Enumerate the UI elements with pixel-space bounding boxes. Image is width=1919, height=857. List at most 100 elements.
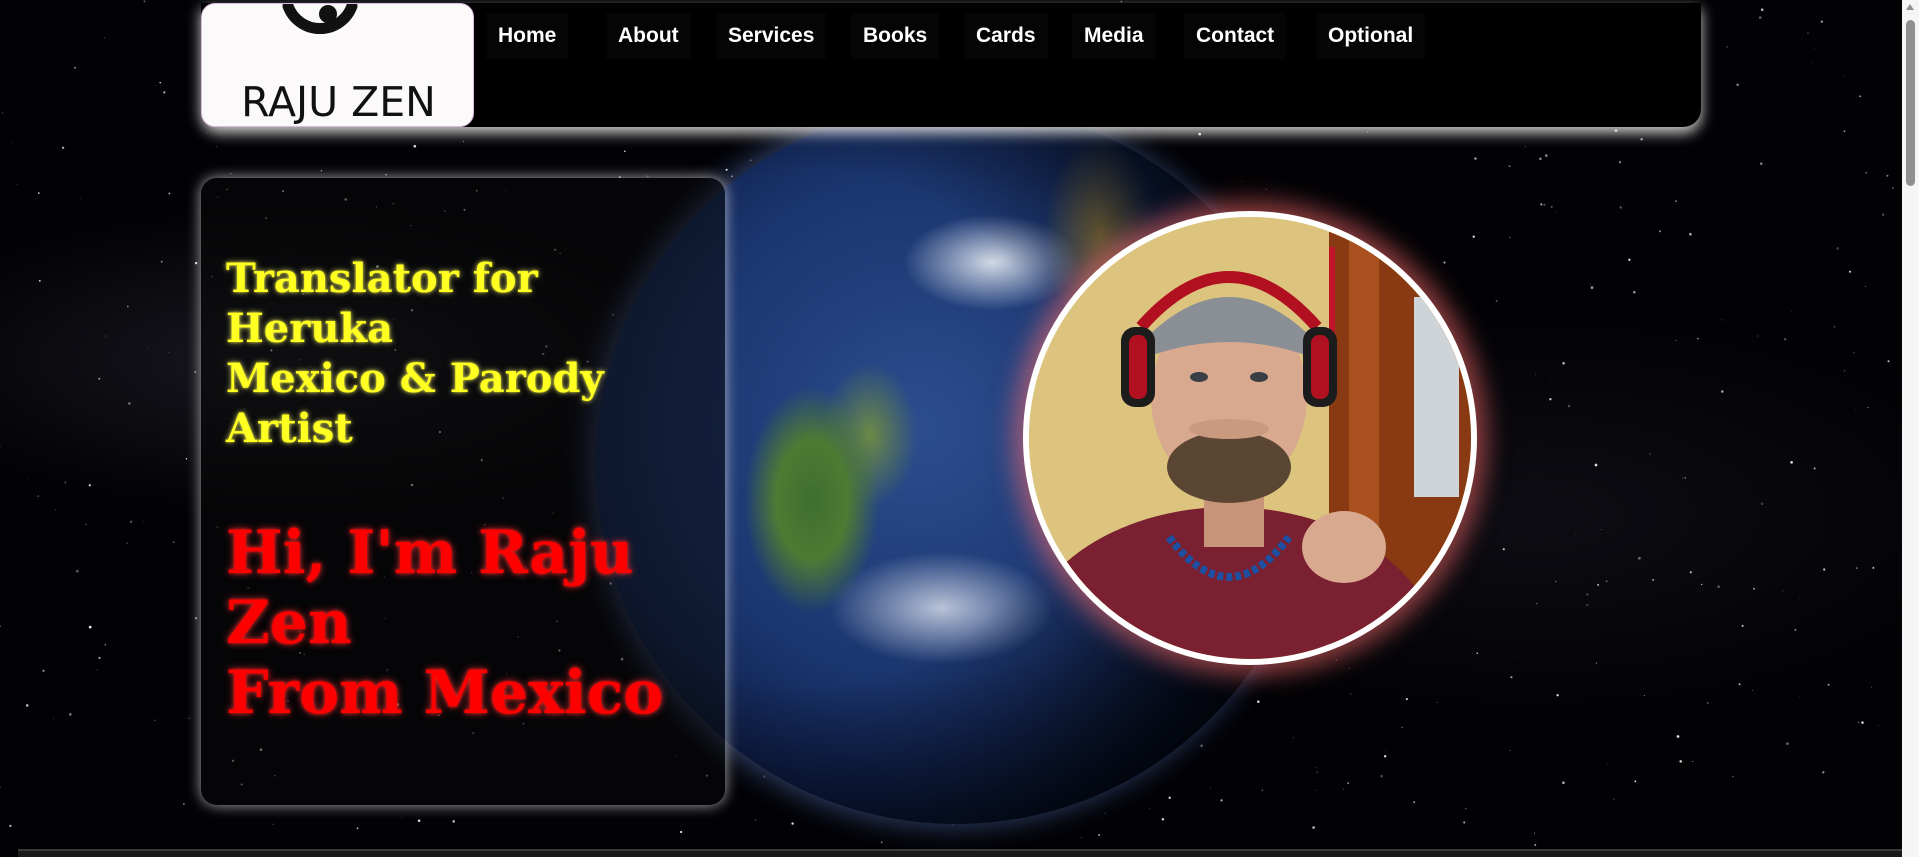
- star-dot: [0, 786, 1, 788]
- star-dot: [1284, 171, 1286, 173]
- star-dot: [754, 819, 757, 821]
- star-dot: [1861, 721, 1864, 724]
- star-dot: [1508, 165, 1511, 168]
- star-dot: [1658, 230, 1662, 233]
- star-dot: [1891, 187, 1894, 190]
- star-dot: [1867, 406, 1869, 409]
- star-dot: [0, 625, 2, 628]
- star-dot: [188, 717, 190, 720]
- nav-item-home[interactable]: Home: [486, 13, 569, 59]
- nav-item-media[interactable]: Media: [1072, 13, 1156, 59]
- star-dot: [1418, 613, 1420, 615]
- star-dot: [1784, 338, 1787, 341]
- star-dot: [1684, 477, 1686, 479]
- star-dot: [1638, 556, 1641, 560]
- star-dot: [272, 823, 274, 825]
- star-dot: [194, 261, 198, 265]
- star-dot: [1853, 351, 1855, 354]
- star-dot: [98, 377, 101, 380]
- star-dot: [1614, 129, 1618, 133]
- star-dot: [1721, 390, 1724, 393]
- star-dot: [1843, 370, 1846, 372]
- star-dot: [25, 704, 29, 707]
- star-dot: [1562, 362, 1565, 365]
- scroll-up-arrow-icon[interactable]: [1906, 4, 1914, 10]
- star-dot: [1859, 95, 1862, 98]
- nav-item-cards[interactable]: Cards: [964, 13, 1048, 59]
- scrollbar-thumb[interactable]: [1906, 20, 1915, 186]
- star-dot: [1476, 652, 1478, 654]
- star-dot: [1595, 662, 1598, 664]
- star-dot: [1791, 311, 1792, 312]
- star-dot: [1618, 459, 1620, 461]
- star-dot: [1794, 628, 1797, 631]
- star-dot: [1813, 467, 1816, 470]
- star-dot: [1782, 590, 1784, 592]
- star-dot: [1464, 807, 1467, 810]
- star-dot: [1550, 381, 1552, 383]
- star-dot: [1436, 701, 1438, 703]
- star-dot: [623, 150, 626, 153]
- star-dot: [1597, 583, 1600, 586]
- star-dot: [1316, 771, 1318, 773]
- nav-item-contact[interactable]: Contact: [1184, 13, 1287, 59]
- nav-item-services[interactable]: Services: [716, 13, 827, 59]
- star-dot: [1556, 211, 1558, 213]
- star-dot: [159, 81, 161, 84]
- star-dot: [1786, 742, 1789, 745]
- star-dot: [53, 718, 55, 720]
- star-dot: [1864, 285, 1866, 287]
- star-dot: [741, 166, 742, 168]
- nav-item-books[interactable]: Books: [851, 13, 940, 59]
- star-dot: [105, 335, 106, 337]
- nav-item-optional[interactable]: Optional: [1316, 13, 1426, 59]
- star-dot: [1315, 767, 1317, 769]
- star-dot: [1463, 821, 1466, 824]
- star-dot: [152, 92, 153, 93]
- star-dot: [1161, 818, 1165, 821]
- star-dot: [1858, 721, 1859, 723]
- star-dot: [1445, 235, 1447, 236]
- star-dot: [880, 841, 883, 843]
- star-dot: [1265, 188, 1267, 190]
- star-dot: [1613, 798, 1615, 800]
- star-dot: [143, 0, 146, 3]
- star-dot: [1600, 528, 1602, 530]
- star-dot: [1652, 579, 1654, 581]
- star-dot: [1799, 597, 1801, 599]
- star-dot: [1823, 568, 1826, 571]
- star-dot: [1752, 689, 1754, 691]
- star-dot: [1843, 76, 1844, 78]
- star-dot: [1807, 32, 1809, 34]
- hero-headline-line: From Mexico: [226, 658, 664, 728]
- star-dot: [385, 174, 387, 176]
- nav-item-about[interactable]: About: [606, 13, 691, 59]
- vertical-scrollbar[interactable]: [1902, 0, 1919, 857]
- star-dot: [1822, 771, 1825, 774]
- star-dot: [104, 37, 105, 39]
- star-dot: [1790, 461, 1793, 464]
- site-logo[interactable]: RAJU ZEN: [201, 3, 474, 127]
- star-dot: [1596, 570, 1598, 572]
- star-dot: [55, 509, 57, 511]
- star-dot: [1209, 788, 1211, 789]
- star-dot: [1220, 799, 1223, 802]
- star-dot: [1843, 130, 1846, 133]
- star-dot: [1619, 206, 1622, 209]
- hero-headline: Hi, I'm Raju Zen From Mexico: [226, 518, 726, 728]
- star-dot: [1514, 657, 1515, 659]
- star-dot: [1149, 808, 1151, 810]
- star-dot: [1540, 203, 1543, 206]
- star-dot: [1383, 755, 1387, 758]
- star-dot: [452, 820, 456, 823]
- enso-logo-icon: [282, 4, 358, 34]
- star-dot: [1865, 172, 1867, 174]
- star-dot: [9, 824, 12, 828]
- star-dot: [1618, 161, 1622, 164]
- star-dot: [1799, 696, 1800, 697]
- star-dot: [88, 484, 91, 487]
- star-dot: [1502, 548, 1505, 551]
- star-dot: [1347, 782, 1350, 784]
- star-dot: [1562, 781, 1565, 784]
- star-dot: [207, 132, 208, 134]
